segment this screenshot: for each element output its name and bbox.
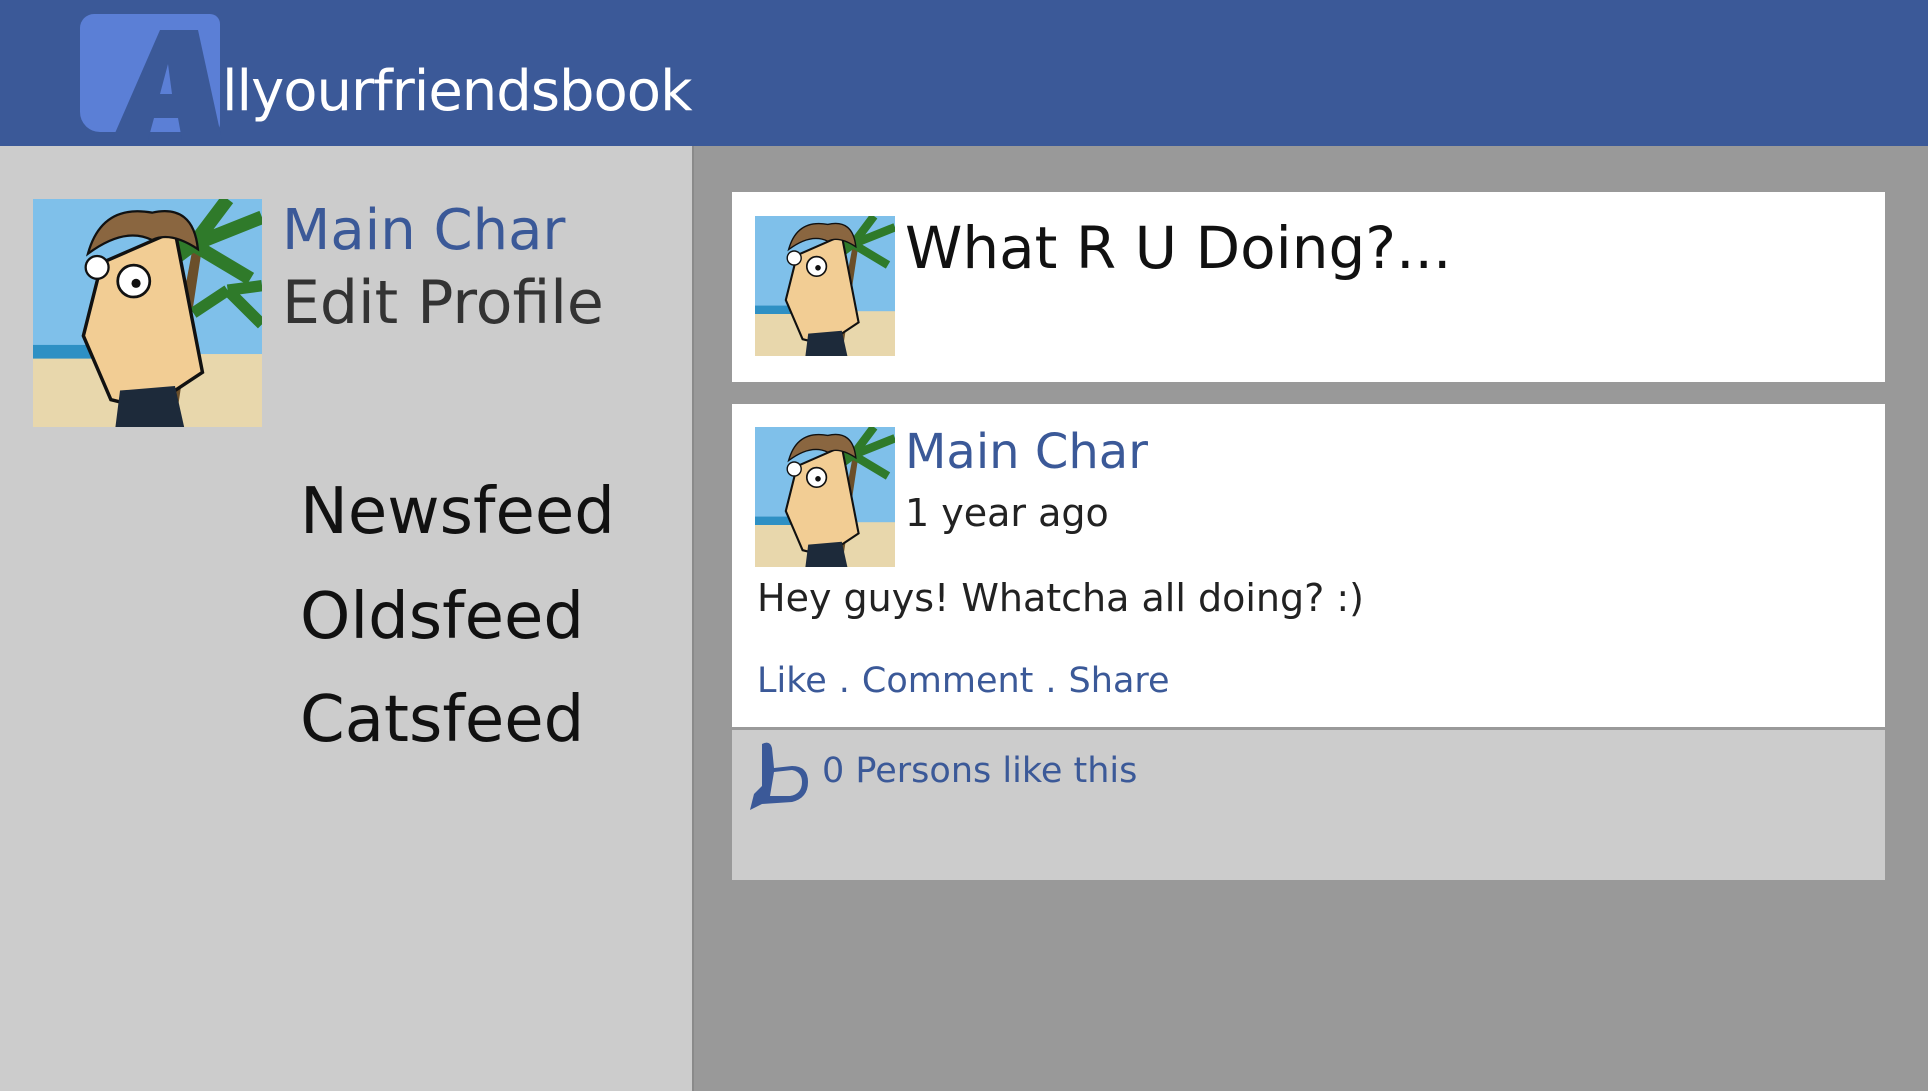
post-author-link[interactable]: Main Char [905,422,1148,482]
post-author-avatar[interactable] [755,427,895,567]
share-button[interactable]: Share [1069,661,1170,701]
like-button[interactable]: Like [757,661,827,701]
logo-letter-icon [112,30,222,140]
top-bar: llyourfriendsbook [0,0,1928,146]
thumbs-up-icon [750,742,808,810]
comment-button[interactable]: Comment [862,661,1033,701]
edit-profile-link[interactable]: Edit Profile [282,266,604,340]
status-input[interactable]: What R U Doing?... [905,210,1451,286]
logo-text[interactable]: llyourfriendsbook [222,52,692,132]
nav-item-oldsfeed[interactable]: Oldsfeed [300,577,584,657]
status-avatar [755,216,895,356]
action-separator: . [1045,661,1057,701]
action-separator: . [838,661,850,701]
post-timestamp: 1 year ago [905,491,1109,535]
nav-item-newsfeed[interactable]: Newsfeed [300,472,615,552]
likes-count-text[interactable]: 0 Persons like this [822,747,1137,795]
nav-item-catsfeed[interactable]: Catsfeed [300,680,584,760]
post-body: Hey guys! Whatcha all doing? :) [757,576,1364,620]
post-actions: Like. Comment. Share [757,656,1170,706]
profile-name-link[interactable]: Main Char [282,196,565,266]
profile-avatar[interactable] [33,199,262,427]
